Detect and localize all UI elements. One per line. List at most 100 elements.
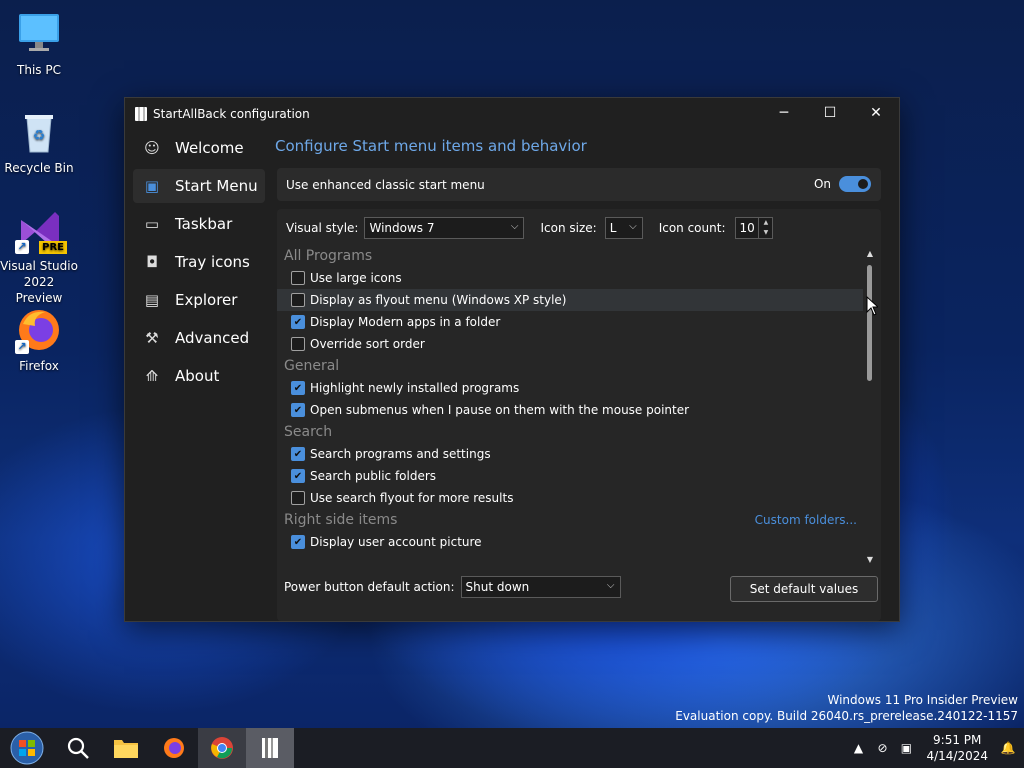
option-modern-apps-folder[interactable]: ✔ Display Modern apps in a folder [277, 311, 863, 333]
sidebar-item-about[interactable]: ⟰ About [133, 359, 265, 393]
enhanced-menu-toggle[interactable] [839, 176, 871, 192]
sidebar-item-explorer[interactable]: ▤ Explorer [133, 283, 265, 317]
checkbox-checked[interactable]: ✔ [291, 447, 305, 461]
taskbar-chrome[interactable] [198, 728, 246, 768]
content-area: Configure Start menu items and behavior … [275, 129, 899, 621]
settings-panel: Visual style: Windows 7 ⌵ Icon size: L ⌵… [277, 209, 881, 621]
taskbar-startallback[interactable] [246, 728, 294, 768]
section-header: General [284, 358, 340, 374]
desktop-icon-this-pc[interactable]: This PC [0, 10, 78, 78]
startallback-app-icon [135, 106, 147, 121]
checkbox-checked[interactable]: ✔ [291, 403, 305, 417]
notification-bell-icon[interactable]: 🔔 [996, 741, 1020, 755]
option-flyout-menu[interactable]: Display as flyout menu (Windows XP style… [277, 289, 863, 311]
icon-size-select[interactable]: L ⌵ [604, 217, 643, 239]
close-button[interactable]: ✕ [853, 98, 899, 128]
taskbar-icon: ▭ [144, 215, 160, 233]
sidebar-item-welcome[interactable]: ☺ Welcome [133, 131, 265, 165]
option-label: Override sort order [310, 337, 425, 351]
option-search-programs[interactable]: ✔ Search programs and settings [277, 443, 863, 465]
visual-style-select[interactable]: Windows 7 ⌵ [364, 217, 525, 239]
sidebar-item-advanced[interactable]: ⚒ Advanced [133, 321, 265, 355]
option-override-sort[interactable]: Override sort order [277, 333, 863, 355]
smile-icon: ☺ [144, 139, 160, 157]
option-account-picture[interactable]: ✔ Display user account picture [277, 531, 863, 553]
option-label: Highlight newly installed programs [310, 381, 520, 395]
startallback-app-icon [262, 738, 278, 758]
taskbar-file-explorer[interactable] [102, 728, 150, 768]
scroll-up-icon[interactable]: ▲ [865, 249, 875, 259]
checkbox-checked[interactable]: ✔ [291, 469, 305, 483]
checkbox-checked[interactable]: ✔ [291, 535, 305, 549]
option-label: Open submenus when I pause on them with … [310, 403, 690, 417]
sidebar-item-label: About [175, 367, 220, 385]
page-title: Configure Start menu items and behavior [275, 137, 587, 155]
startallback-config-window: StartAllBack configuration ─ ☐ ✕ ☺ Welco… [124, 97, 900, 622]
sidebar-item-tray-icons[interactable]: ◘ Tray icons [133, 245, 265, 279]
option-label: Display as flyout menu (Windows XP style… [310, 293, 567, 307]
sidebar-item-label: Tray icons [175, 253, 250, 271]
desktop-icon-firefox[interactable]: ↗ Firefox [0, 306, 78, 374]
minimize-button[interactable]: ─ [761, 98, 807, 128]
sidebar-item-taskbar[interactable]: ▭ Taskbar [133, 207, 265, 241]
title-bar[interactable]: StartAllBack configuration ─ ☐ ✕ [125, 98, 899, 129]
checkbox[interactable] [291, 337, 305, 351]
desktop-icon-label: Firefox [19, 359, 59, 373]
show-hidden-icons-chevron-icon[interactable]: ▲ [846, 741, 870, 755]
checkbox[interactable] [291, 491, 305, 505]
stepper-arrows-icon[interactable]: ▲ ▼ [758, 218, 772, 238]
power-action-value: Shut down [465, 580, 530, 594]
shortcut-arrow-icon: ↗ [15, 340, 29, 354]
visual-style-label: Visual style: [286, 221, 359, 235]
chevron-down-icon: ⌵ [510, 221, 519, 232]
search-button[interactable] [54, 728, 102, 768]
checkbox-checked[interactable]: ✔ [291, 381, 305, 395]
icon-size-label: Icon size: [540, 221, 597, 235]
custom-folders-link[interactable]: Custom folders... [755, 509, 857, 531]
checkbox-checked[interactable]: ✔ [291, 315, 305, 329]
icon-count-stepper[interactable]: 10 ▲ ▼ [735, 217, 774, 239]
scroll-thumb[interactable] [867, 265, 872, 381]
power-action-select[interactable]: Shut down ⌵ [460, 576, 621, 598]
sidebar-item-label: Taskbar [175, 215, 233, 233]
option-use-large-icons[interactable]: Use large icons [277, 267, 863, 289]
folder-icon [114, 740, 138, 758]
option-label: Display Modern apps in a folder [310, 315, 501, 329]
desktop-icon-label: Visual Studio 2022 Preview [0, 259, 78, 305]
taskbar-firefox[interactable] [150, 728, 198, 768]
desktop-icon-recycle-bin[interactable]: ♻ Recycle Bin [0, 108, 78, 176]
checkbox[interactable] [291, 271, 305, 285]
option-label: Display user account picture [310, 535, 482, 549]
option-open-submenus[interactable]: ✔ Open submenus when I pause on them wit… [277, 399, 863, 421]
option-highlight-new[interactable]: ✔ Highlight newly installed programs [277, 377, 863, 399]
option-search-public[interactable]: ✔ Search public folders [277, 465, 863, 487]
checkbox[interactable] [291, 293, 305, 307]
taskbar-clock[interactable]: 9:51 PM 4/14/2024 [926, 732, 988, 764]
search-icon [67, 737, 89, 759]
desktop-icon-visual-studio[interactable]: PRE ↗ Visual Studio 2022 Preview [0, 206, 78, 306]
scroll-down-icon[interactable]: ▼ [865, 555, 875, 565]
option-label: Use large icons [310, 271, 402, 285]
sidebar-item-start-menu[interactable]: ▣ Start Menu [133, 169, 265, 203]
start-button[interactable] [0, 728, 54, 768]
watermark-line2: Evaluation copy. Build 26040.rs_prerelea… [675, 709, 1018, 723]
option-label: Search programs and settings [310, 447, 491, 461]
set-default-values-button[interactable]: Set default values [730, 576, 878, 602]
recycle-bin-icon: ♻ [15, 108, 63, 156]
firefox-icon: ↗ [15, 306, 63, 354]
maximize-button[interactable]: ☐ [807, 98, 853, 128]
network-icon[interactable]: ⊘ [870, 741, 894, 755]
section-header: All Programs [284, 248, 373, 264]
section-label: Right side items [284, 512, 398, 528]
windows-watermark: Windows 11 Pro Insider Preview Evaluatio… [675, 692, 1018, 724]
sidebar-item-label: Advanced [175, 329, 250, 347]
volume-icon[interactable]: ▣ [894, 741, 918, 755]
section-header-right-side: Right side items Custom folders... [277, 509, 863, 531]
clock-time: 9:51 PM [933, 733, 982, 747]
visual-studio-icon: PRE ↗ [15, 206, 67, 254]
enhanced-menu-label: Use enhanced classic start menu [286, 177, 485, 192]
sidebar-nav: ☺ Welcome ▣ Start Menu ▭ Taskbar ◘ Tray … [125, 129, 273, 621]
sidebar-item-label: Start Menu [175, 177, 258, 195]
option-search-flyout[interactable]: Use search flyout for more results [277, 487, 863, 509]
settings-list: All Programs Use large icons Display as … [277, 245, 863, 571]
